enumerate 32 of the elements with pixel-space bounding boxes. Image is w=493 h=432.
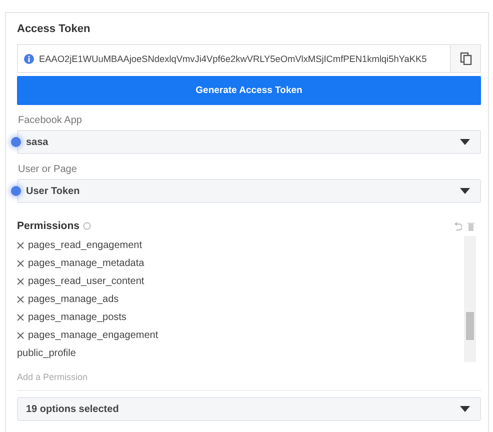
remove-icon[interactable]	[17, 296, 24, 302]
permission-item: pages_read_engagement	[28, 240, 142, 250]
dropdown[interactable]: User Token	[17, 179, 481, 203]
token-text: EAAO2jE1WUuMBAAjoeSNdexlqVmvJi4Vpf6e2kwVRLY5eOmVlxMSjICmfPEN1kmlqi5hYaKK5	[39, 54, 427, 64]
focus-dot-icon	[11, 137, 21, 147]
focus-dot-icon	[11, 186, 21, 196]
permission-item: pages_manage_posts	[28, 312, 126, 322]
dropdown[interactable]: sasa	[17, 130, 481, 154]
remove-icon[interactable]	[17, 242, 24, 248]
caret-icon	[460, 139, 470, 145]
remove-icon[interactable]	[17, 332, 24, 338]
scrollbar[interactable]	[464, 236, 476, 362]
help-icon	[83, 222, 92, 230]
caret-icon	[460, 406, 470, 412]
caret-icon	[460, 188, 470, 194]
remove-icon[interactable]	[17, 278, 24, 284]
permission-item: pages_manage_ads	[28, 294, 119, 304]
section-title: Access Token	[17, 23, 92, 35]
remove-icon[interactable]	[17, 314, 24, 320]
info-icon	[24, 54, 34, 64]
generate-token-button[interactable]: Generate Access Token	[17, 76, 481, 105]
permission-item: public_profile	[17, 348, 76, 358]
remove-icon[interactable]	[17, 260, 24, 266]
permission-item: pages_read_user_content	[28, 276, 144, 286]
permission-item: pages_manage_metadata	[28, 258, 144, 268]
copy-icon[interactable]	[460, 52, 472, 65]
field-label: Facebook App	[18, 115, 83, 126]
token-field[interactable]: EAAO2jE1WUuMBAAjoeSNdexlqVmvJi4Vpf6e2kwVRLY5eOmVlxMSjICmfPEN1kmlqi5hYaKK5	[17, 44, 481, 73]
section-title: Permissions	[17, 220, 80, 232]
field-label: User or Page	[18, 164, 78, 175]
dropdown[interactable]: 19 options selected	[17, 397, 481, 421]
permission-item: pages_manage_engagement	[28, 330, 158, 340]
